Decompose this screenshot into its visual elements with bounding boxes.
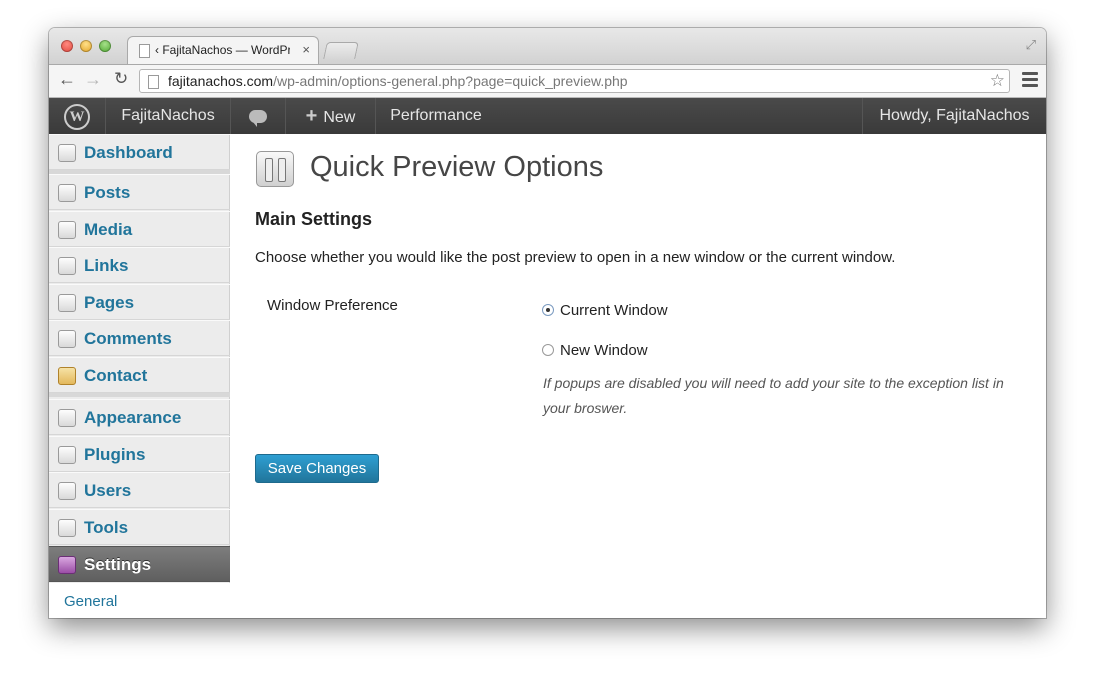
current-window-option[interactable]: Current Window: [542, 302, 668, 319]
settings-sliders-icon: [256, 151, 294, 187]
browser-toolbar: ← → ↻ fajitanachos.com/wp-admin/options-…: [49, 64, 1046, 98]
sidebar-item-label: Plugins: [84, 445, 146, 464]
sidebar-item-label: Tools: [84, 518, 129, 537]
sidebar-item-media[interactable]: Media: [49, 211, 230, 247]
url-path: /wp-admin/options-general.php?page=quick…: [273, 73, 628, 89]
wp-admin-bar: W FajitaNachos + New Performance Howdy, F…: [49, 98, 1046, 134]
close-tab-icon[interactable]: ×: [302, 42, 310, 57]
sidebar-item-label: Comments: [84, 329, 172, 348]
sidebar-item-contact[interactable]: Contact: [49, 357, 230, 393]
submenu-item-general[interactable]: General: [64, 593, 117, 610]
wordpress-logo-button[interactable]: W: [49, 98, 106, 134]
settings-sliders-icon: [58, 556, 76, 574]
sidebar-item-label: Dashboard: [84, 143, 173, 162]
plug-icon: [58, 446, 76, 464]
reload-icon[interactable]: ↻: [114, 69, 128, 89]
speech-bubble-icon: [58, 330, 76, 348]
sidebar-item-comments[interactable]: Comments: [49, 320, 230, 356]
admin-sidebar: Dashboard Posts Media Links Pages Commen…: [49, 134, 230, 618]
close-window-button[interactable]: [61, 40, 73, 52]
sidebar-item-posts[interactable]: Posts: [49, 174, 230, 210]
sidebar-item-label: Links: [84, 256, 129, 275]
new-window-label: New Window: [560, 342, 648, 359]
camera-icon: [58, 221, 76, 239]
fullscreen-icon[interactable]: ⤢: [1026, 37, 1036, 53]
browser-tab[interactable]: ‹ FajitaNachos — WordPres ×: [127, 36, 319, 64]
forward-icon[interactable]: →: [84, 69, 102, 90]
contact-form-icon: [58, 367, 76, 385]
wrench-icon: [58, 519, 76, 537]
page-icon: [148, 75, 159, 89]
tab-strip: ‹ FajitaNachos — WordPres × ⤢: [49, 28, 1046, 64]
page-icon: [139, 44, 150, 58]
appearance-icon: [58, 409, 76, 427]
zoom-window-button[interactable]: [99, 40, 111, 52]
sidebar-item-dashboard[interactable]: Dashboard: [49, 134, 230, 170]
new-window-option[interactable]: New Window: [542, 342, 648, 359]
pushpin-icon: [58, 184, 76, 202]
new-tab-button[interactable]: [323, 42, 359, 59]
house-icon: [58, 144, 76, 162]
sidebar-item-links[interactable]: Links: [49, 247, 230, 283]
sidebar-item-users[interactable]: Users: [49, 472, 230, 508]
sidebar-item-tools[interactable]: Tools: [49, 509, 230, 545]
current-window-label: Current Window: [560, 302, 668, 319]
current-window-radio[interactable]: [542, 304, 554, 316]
url-text[interactable]: fajitanachos.com/wp-admin/options-genera…: [168, 73, 628, 89]
performance-link[interactable]: Performance: [376, 98, 496, 134]
sidebar-item-label: Posts: [84, 183, 131, 202]
sidebar-item-label: Appearance: [84, 408, 182, 427]
tab-title: ‹ FajitaNachos — WordPres: [155, 43, 290, 57]
sidebar-item-appearance[interactable]: Appearance: [49, 399, 230, 435]
url-host: fajitanachos.com: [168, 73, 274, 89]
site-name-link[interactable]: FajitaNachos: [106, 98, 231, 134]
sidebar-item-plugins[interactable]: Plugins: [49, 436, 230, 472]
section-description: Choose whether you would like the post p…: [255, 249, 896, 266]
sidebar-item-label: Media: [84, 220, 133, 239]
back-icon[interactable]: ←: [58, 69, 76, 90]
new-label: New: [323, 109, 356, 126]
new-content-button[interactable]: + New: [286, 98, 376, 134]
sidebar-item-label: Contact: [84, 366, 148, 385]
sidebar-item-label: Settings: [84, 555, 152, 574]
save-changes-button[interactable]: Save Changes: [255, 454, 379, 483]
sidebar-item-settings[interactable]: Settings: [49, 546, 230, 582]
plus-icon: +: [305, 105, 318, 127]
new-window-radio[interactable]: [542, 344, 554, 356]
settings-submenu: General: [49, 583, 230, 618]
popup-note: If popups are disabled you will need to …: [543, 375, 1004, 416]
comments-button[interactable]: [231, 98, 286, 134]
minimize-window-button[interactable]: [80, 40, 92, 52]
wordpress-logo-icon: W: [64, 104, 90, 130]
pages-icon: [58, 294, 76, 312]
sidebar-item-label: Pages: [84, 293, 135, 312]
chain-link-icon: [58, 257, 76, 275]
bookmark-star-icon[interactable]: ☆: [990, 71, 1005, 91]
comment-bubble-icon: [249, 110, 267, 127]
sidebar-item-label: Users: [84, 481, 132, 500]
address-bar[interactable]: fajitanachos.com/wp-admin/options-genera…: [139, 69, 1010, 93]
howdy-account-link[interactable]: Howdy, FajitaNachos: [862, 98, 1046, 134]
sidebar-item-pages[interactable]: Pages: [49, 284, 230, 320]
page-title: Quick Preview Options: [310, 151, 604, 183]
window-preference-label: Window Preference: [267, 297, 398, 314]
section-title: Main Settings: [255, 209, 373, 229]
users-icon: [58, 482, 76, 500]
sidebar-separator: [49, 393, 230, 397]
browser-window: ‹ FajitaNachos — WordPres × ⤢ ← → ↻ faji…: [49, 28, 1046, 618]
main-content: Quick Preview Options Main Settings Choo…: [230, 134, 1046, 618]
hamburger-menu-icon[interactable]: [1022, 72, 1038, 88]
